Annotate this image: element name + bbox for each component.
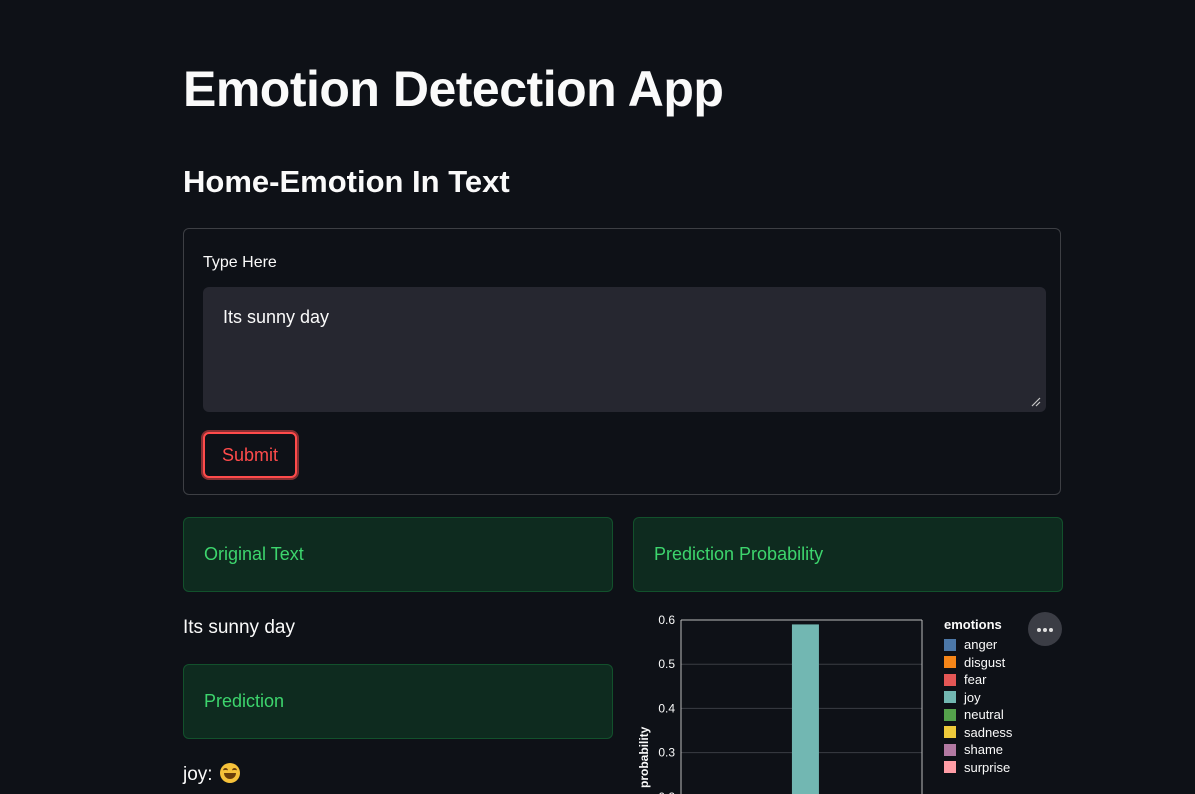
prediction-header: Prediction [183,664,613,739]
legend-item-joy: joy [944,689,1012,707]
legend-swatch [944,638,956,651]
legend-swatch [944,656,956,669]
legend-label: fear [964,672,987,688]
laughing-face-icon [219,763,240,783]
text-input-area[interactable]: Its sunny day [203,287,1046,412]
y-tick-label: 0.6 [658,613,675,627]
legend-label: shame [964,742,1004,758]
legend-swatch [944,726,956,739]
legend-item-disgust: disgust [944,654,1012,672]
submit-button[interactable]: Submit [203,432,297,478]
probability-chart: 0.6 0.5 0.4 0.3 0.2 probability emotions ange… [633,608,1063,794]
probability-chart-svg: 0.6 0.5 0.4 0.3 0.2 probability [637,613,923,794]
legend-swatch [944,673,956,686]
prediction-value: joy: [183,764,213,785]
chart-legend: emotions anger disgust fear joy neutral sadne… [944,617,1012,776]
legend-item-shame: shame [944,741,1012,759]
app-page: Emotion Detection App Home-Emotion In Te… [0,0,1195,794]
original-text-header: Original Text [183,517,613,592]
prediction-probability-header-label: Prediction Probability [654,544,824,564]
legend-swatch [944,691,956,704]
y-tick-label: 0.3 [658,746,675,760]
legend-swatch [944,743,956,756]
legend-item-sadness: sadness [944,724,1012,742]
legend-label: surprise [964,759,1011,775]
legend-item-anger: anger [944,636,1012,654]
y-tick-label: 0.2 [658,790,675,794]
input-label: Type Here [203,254,277,271]
resize-handle-icon[interactable] [1031,397,1041,407]
y-axis-label: probability [637,726,651,788]
legend-item-neutral: neutral [944,706,1012,724]
legend-swatch [944,761,956,774]
legend-label: anger [964,637,998,653]
text-input-form: Type Here Its sunny day Submit [183,228,1061,495]
y-tick-label: 0.5 [658,657,675,671]
legend-swatch [944,708,956,721]
legend-label: disgust [964,654,1006,670]
prediction-header-label: Prediction [204,691,285,711]
original-text-header-label: Original Text [204,544,304,564]
legend-label: sadness [964,724,1013,740]
legend-item-surprise: surprise [944,759,1012,777]
prediction-probability-header: Prediction Probability [633,517,1063,592]
prediction-result: joy: [183,763,240,786]
chart-menu-button[interactable] [1028,612,1062,646]
page-subtitle: Home-Emotion In Text [183,164,510,199]
legend-label: joy [964,689,981,705]
bar-joy [791,624,819,794]
legend-item-fear: fear [944,671,1012,689]
y-tick-label: 0.4 [658,701,675,715]
original-text-value: Its sunny day [183,617,295,638]
more-horizontal-icon [1037,628,1053,633]
app-title: Emotion Detection App [183,61,724,117]
legend-title: emotions [944,617,1002,632]
legend-label: neutral [964,707,1004,723]
